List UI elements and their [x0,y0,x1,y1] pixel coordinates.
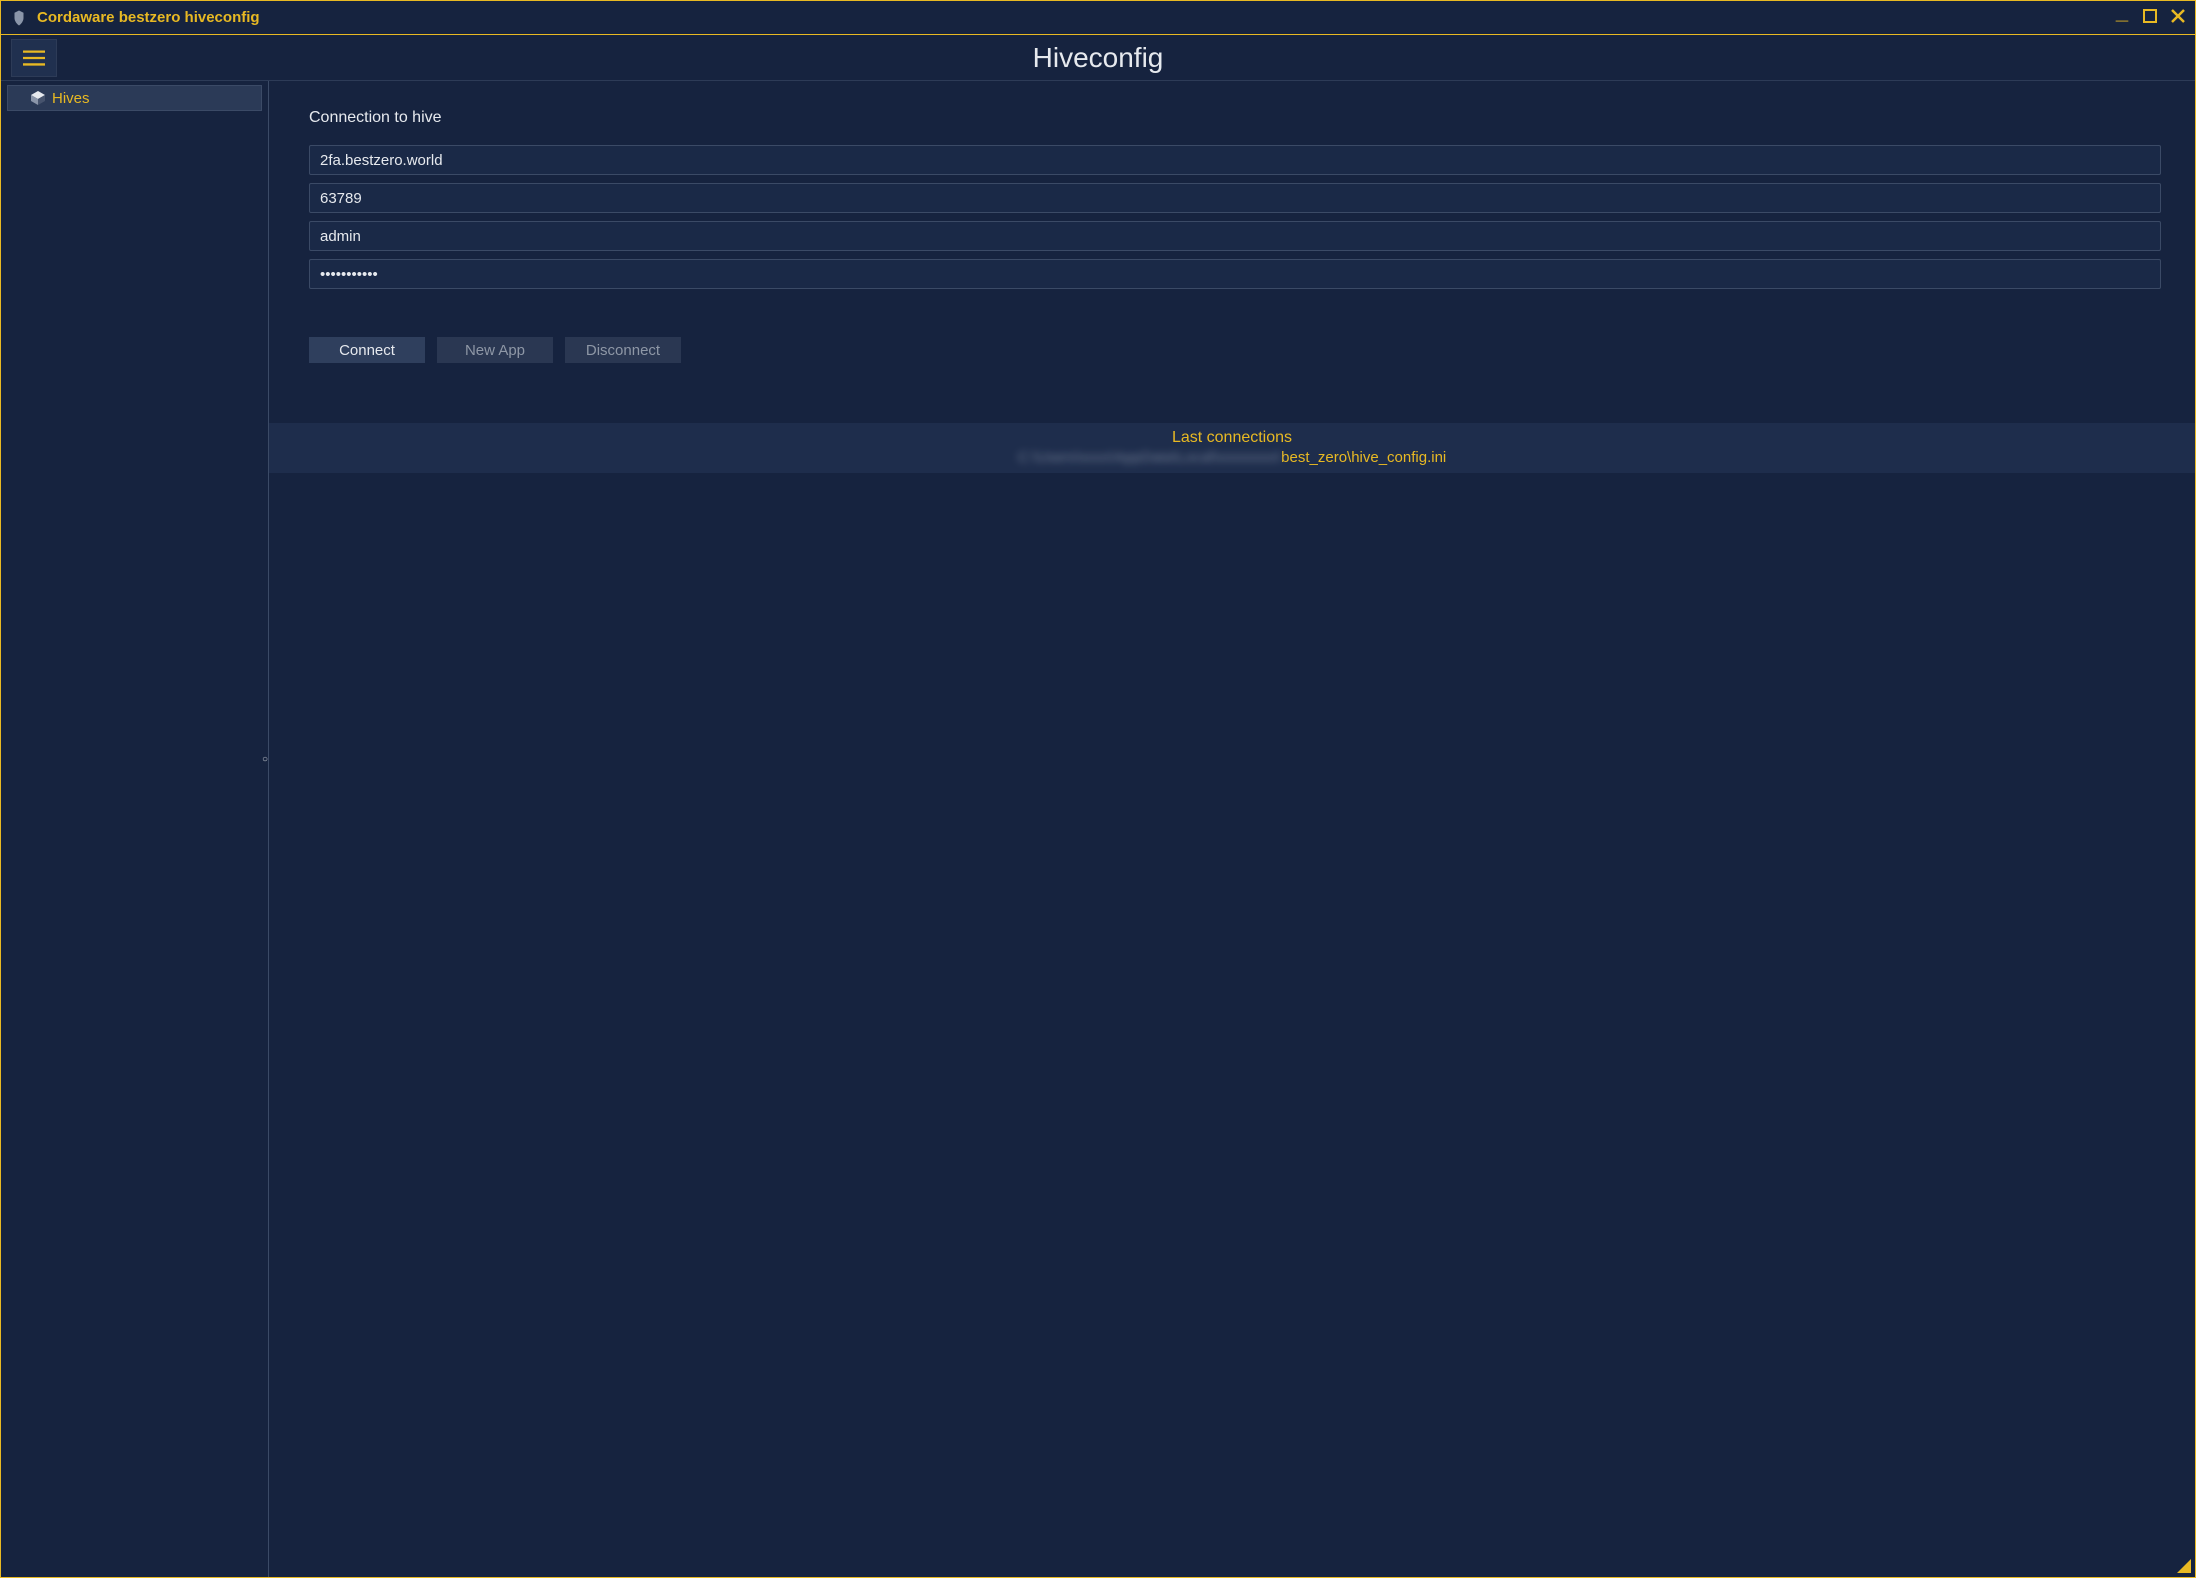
titlebar: Cordaware bestzero hiveconfig _ [1,1,2195,35]
form-heading: Connection to hive [309,109,2161,127]
resize-grip-icon[interactable] [2177,1559,2191,1573]
password-input[interactable] [309,259,2161,289]
main-panel: Connection to hive Connect New App Disco… [269,81,2195,1577]
sidebar-item-label: Hives [52,90,90,107]
body: Hives ○ Connection to hive Connect New A… [1,81,2195,1577]
last-connections-title: Last connections [269,429,2195,447]
page-title: Hiveconfig [1033,42,1164,74]
last-connection-path-visible: best_zero\hive_config.ini [1281,449,1446,466]
menu-button[interactable] [11,39,57,77]
username-input[interactable] [309,221,2161,251]
maximize-icon[interactable] [2141,7,2159,28]
app-icon [9,8,29,28]
app-window: Cordaware bestzero hiveconfig _ Hiveconf… [0,0,2196,1578]
window-title: Cordaware bestzero hiveconfig [37,9,260,26]
cube-icon [30,90,46,106]
app-header: Hiveconfig [1,35,2195,81]
new-app-button[interactable]: New App [437,337,553,363]
sidebar: Hives [1,81,269,1577]
close-icon[interactable] [2169,7,2187,28]
host-input[interactable] [309,145,2161,175]
last-connections-panel: Last connections C:\Users\xxxx\AppData\L… [269,423,2195,473]
last-connection-item[interactable]: C:\Users\xxxx\AppData\Local\xxxxxxxx\bes… [1018,449,1447,466]
port-input[interactable] [309,183,2161,213]
sidebar-item-hives[interactable]: Hives [7,85,262,111]
last-connection-path-obscured: C:\Users\xxxx\AppData\Local\xxxxxxxx\ [1018,449,1281,466]
connect-button[interactable]: Connect [309,337,425,363]
disconnect-button[interactable]: Disconnect [565,337,681,363]
minimize-icon[interactable]: _ [2113,0,2131,25]
